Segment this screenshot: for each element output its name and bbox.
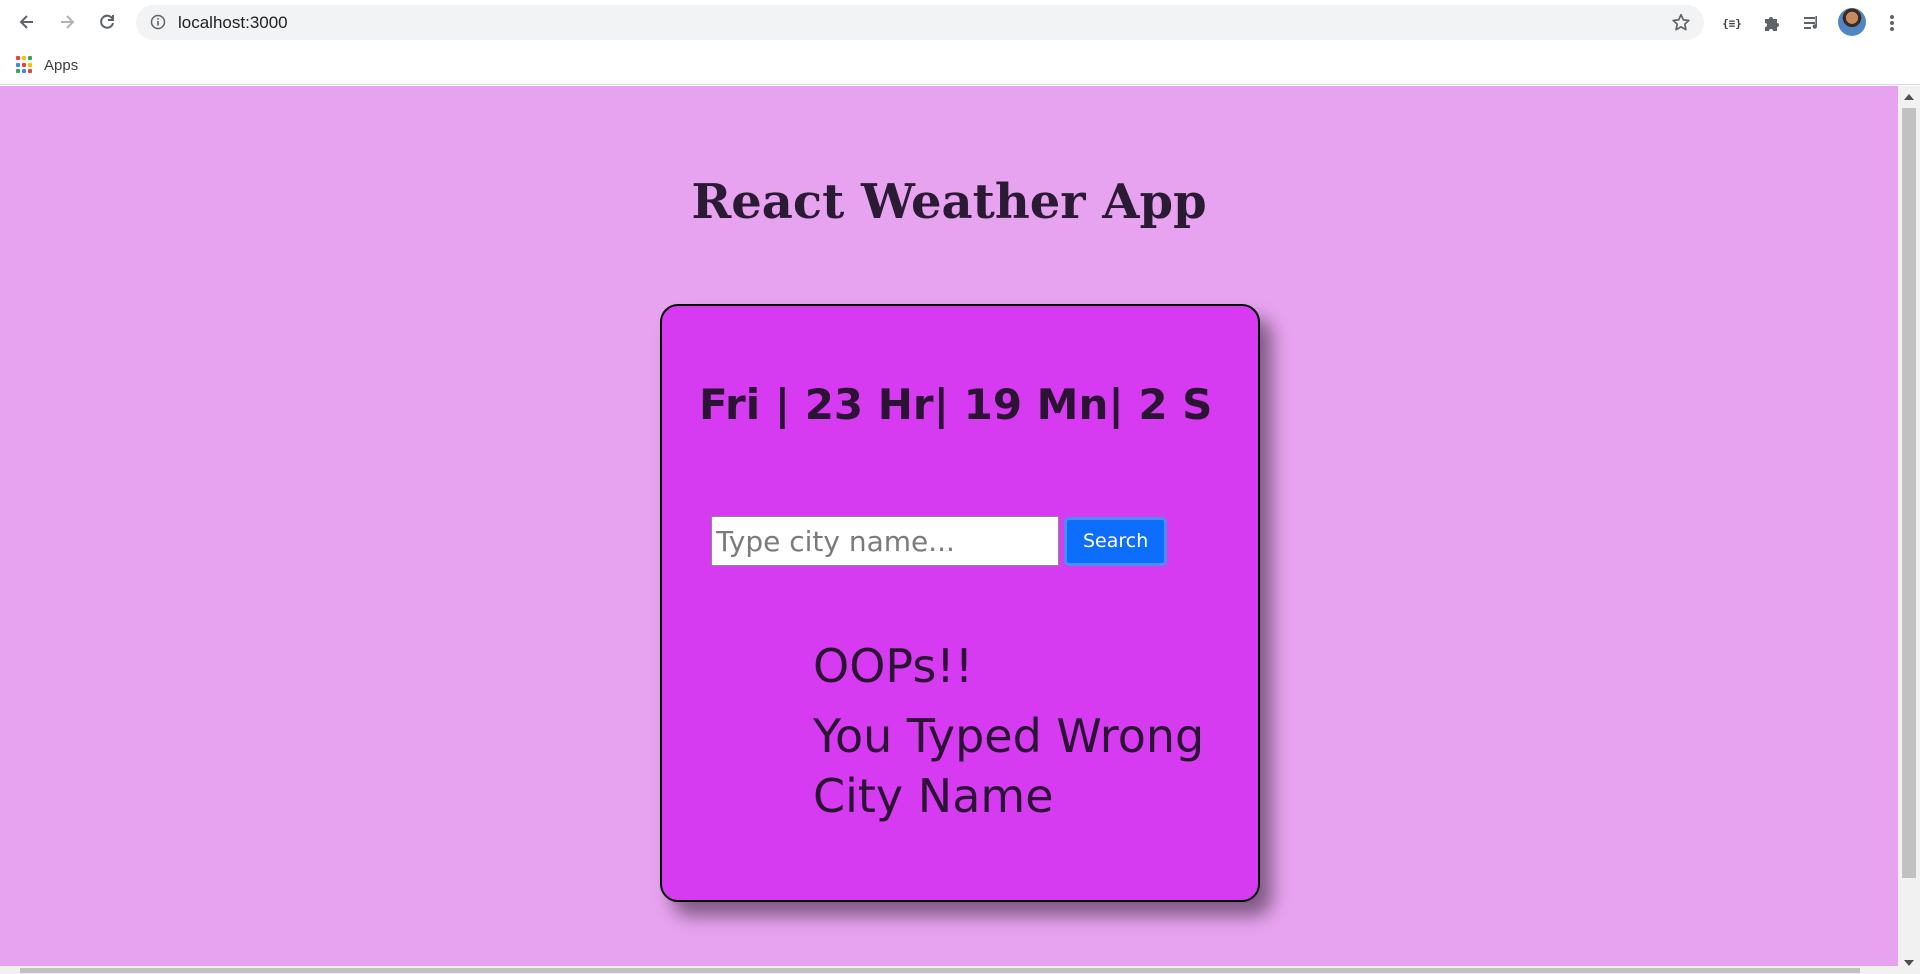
info-icon[interactable] <box>150 14 166 30</box>
app-title: React Weather App <box>691 174 1207 230</box>
city-search-input[interactable] <box>711 516 1059 566</box>
horizontal-scrollbar[interactable] <box>0 966 1898 974</box>
weather-card: Fri | 23 Hr| 19 Mn| 2 S Search OOPs!! Yo… <box>660 304 1260 902</box>
scroll-down-arrow-icon[interactable] <box>1904 960 1914 966</box>
error-title: OOPs!! <box>813 639 974 693</box>
apps-grid-icon <box>16 56 34 74</box>
media-queue-icon <box>1804 16 1818 29</box>
address-bar[interactable]: localhost:3000 <box>136 5 1704 40</box>
arrow-right-icon <box>61 15 75 29</box>
error-message: You Typed Wrong City Name <box>813 709 1205 823</box>
date-time-display: Fri | 23 Hr| 19 Mn| 2 S <box>699 380 1213 429</box>
json-viewer-icon: {≡} <box>1722 16 1742 30</box>
profile-avatar[interactable] <box>1838 8 1866 36</box>
media-control-button[interactable] <box>1798 9 1826 37</box>
bookmark-label: Apps <box>44 56 79 74</box>
bookmark-apps[interactable]: Apps <box>16 53 78 77</box>
extensions-button[interactable] <box>1758 9 1786 37</box>
scroll-up-arrow-icon[interactable] <box>1904 94 1914 100</box>
browser-toolbar: localhost:3000 {≡} <box>0 0 1920 45</box>
back-button[interactable] <box>12 7 42 37</box>
error-message-block: OOPs!! You Typed Wrong City Name <box>813 636 1233 826</box>
reload-button[interactable] <box>92 7 122 37</box>
json-viewer-extension[interactable]: {≡} <box>1718 9 1746 37</box>
reload-icon <box>100 14 114 29</box>
browser-menu-button[interactable] <box>1878 9 1906 37</box>
arrow-left-icon <box>19 15 33 29</box>
scrollbar-thumb[interactable] <box>1902 108 1916 878</box>
horizontal-scrollbar-thumb[interactable] <box>20 968 1860 973</box>
bookmarks-bar: Apps <box>0 45 1920 85</box>
search-button[interactable]: Search <box>1064 516 1168 566</box>
page-viewport: React Weather App Fri | 23 Hr| 19 Mn| 2 … <box>0 86 1898 974</box>
kebab-menu-icon <box>1890 15 1894 31</box>
vertical-scrollbar[interactable] <box>1898 86 1920 974</box>
url-text: localhost:3000 <box>178 13 288 32</box>
search-form: Search <box>711 516 1168 566</box>
puzzle-icon <box>1765 17 1779 31</box>
bookmark-star-icon[interactable] <box>1670 12 1692 34</box>
forward-button[interactable] <box>52 7 82 37</box>
